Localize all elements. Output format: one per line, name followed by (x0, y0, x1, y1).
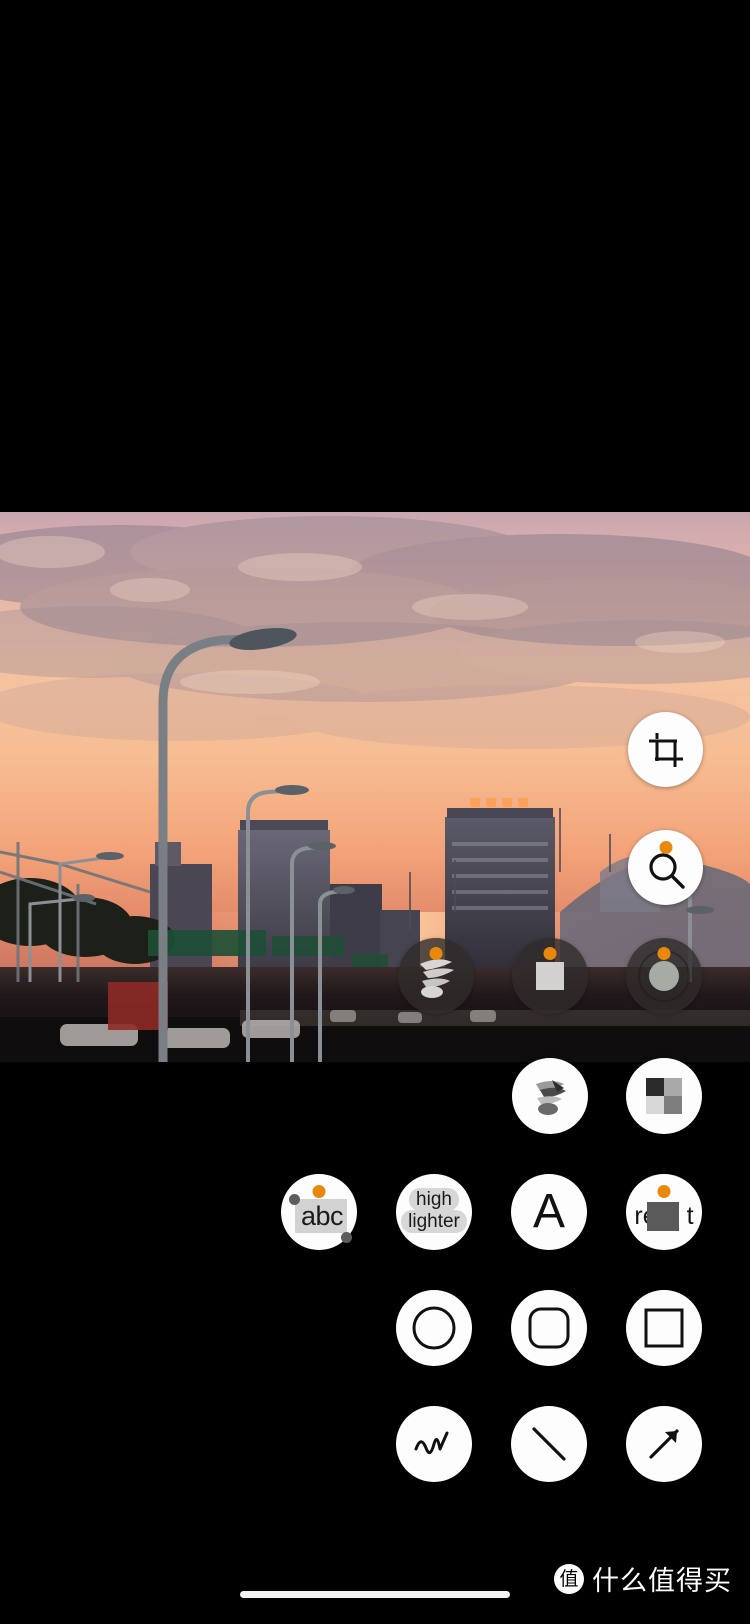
home-indicator[interactable] (240, 1591, 510, 1598)
arrow-icon (649, 1429, 679, 1459)
rounded-square-outline-icon (528, 1307, 570, 1349)
square-outline-icon (644, 1308, 684, 1348)
blur-tool-button[interactable] (512, 1058, 588, 1134)
font-tool-button[interactable]: A (511, 1174, 587, 1250)
highlighter-tool-button[interactable]: high lighter (396, 1174, 472, 1250)
selection-handle-top-left (289, 1194, 300, 1205)
highlighter-line-2: lighter (399, 1210, 469, 1233)
magnifier-tool-button[interactable] (628, 830, 703, 905)
badge-dot (657, 947, 671, 960)
redact-text-after: t (686, 1202, 694, 1230)
ring-fill-tool-button[interactable] (626, 938, 702, 1014)
squiggle-line-icon (414, 1431, 449, 1455)
mosaic-grid-icon (646, 1078, 682, 1114)
highlighter-line-1: high (399, 1188, 469, 1211)
watermark: 值 什么值得买 (554, 1559, 732, 1598)
filled-square-icon (536, 962, 564, 990)
crop-tool-button[interactable] (628, 712, 703, 787)
mosaic-tool-button[interactable] (626, 1058, 702, 1134)
text-box-label: abc (300, 1201, 344, 1231)
ellipse-shape-tool-button[interactable] (396, 1290, 472, 1366)
magnifier-icon (648, 852, 685, 889)
line-tool-button[interactable] (511, 1406, 587, 1482)
watermark-logo: 值 (554, 1563, 584, 1594)
watermark-text: 什么值得买 (592, 1566, 732, 1597)
badge-dot (657, 1185, 671, 1198)
redact-tool-button[interactable]: re t (626, 1174, 702, 1250)
badge-dot (659, 841, 672, 854)
scribble-tool-button[interactable] (396, 1406, 472, 1482)
badge-dot (543, 947, 557, 960)
eraser-tool-button[interactable] (512, 938, 588, 1014)
circle-outline-icon (412, 1306, 456, 1350)
redaction-bar-icon: re t (628, 1200, 700, 1234)
rounded-rect-shape-tool-button[interactable] (511, 1290, 587, 1366)
crop-icon (648, 732, 683, 767)
diagonal-line-icon (532, 1427, 566, 1461)
text-box-icon: abc (289, 1194, 352, 1243)
badge-dot (429, 947, 443, 960)
rect-shape-tool-button[interactable] (626, 1290, 702, 1366)
arrow-tool-button[interactable] (626, 1406, 702, 1482)
selection-handle-bottom-right (341, 1232, 352, 1243)
highlighter-icon: high lighter (399, 1188, 469, 1235)
phone-screen: abc high lighter A re t 值 什么值得买 (0, 0, 750, 1624)
text-box-tool-button[interactable]: abc (281, 1174, 357, 1250)
letter-a-icon: A (532, 1185, 565, 1238)
redaction-bar (647, 1201, 679, 1231)
brush-tool-button[interactable] (398, 938, 474, 1014)
smudge-blur-icon (536, 1080, 566, 1115)
